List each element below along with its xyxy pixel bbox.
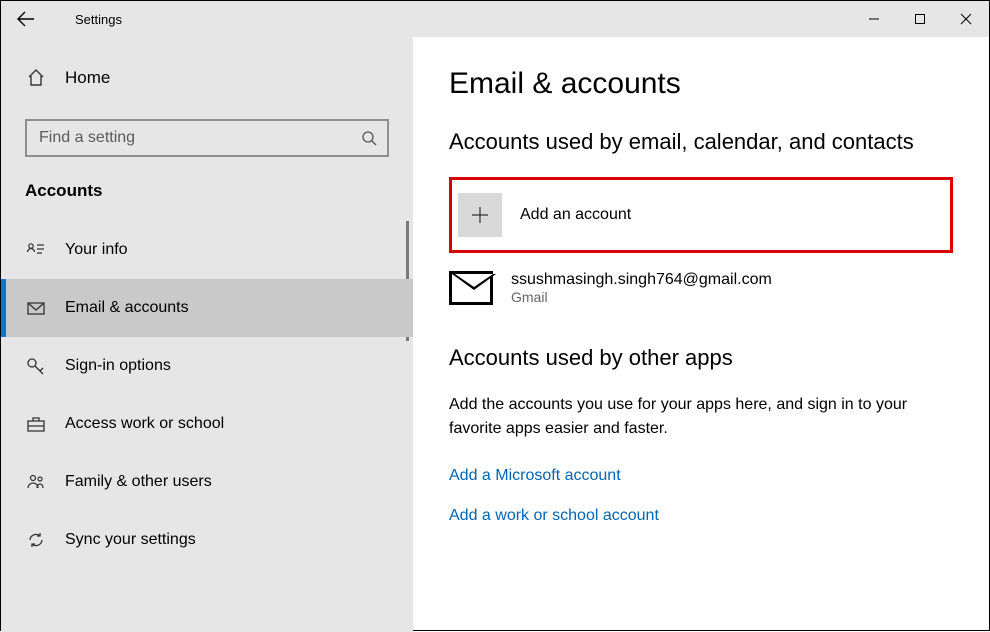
sidebar: Home Accounts Your info Email & account bbox=[1, 37, 413, 632]
sidebar-section-label: Accounts bbox=[1, 181, 413, 221]
home-label: Home bbox=[65, 68, 110, 88]
add-microsoft-account-link[interactable]: Add a Microsoft account bbox=[449, 467, 953, 485]
account-provider: Gmail bbox=[511, 289, 772, 305]
back-arrow-icon bbox=[17, 10, 35, 28]
search-input[interactable] bbox=[25, 119, 389, 157]
sidebar-item-label: Sync your settings bbox=[65, 531, 196, 549]
add-account-label: Add an account bbox=[520, 206, 631, 224]
envelope-icon bbox=[449, 271, 493, 305]
plus-icon bbox=[458, 193, 502, 237]
email-section-heading: Accounts used by email, calendar, and co… bbox=[449, 129, 953, 155]
search-icon bbox=[361, 130, 377, 146]
titlebar: Settings bbox=[1, 1, 989, 37]
add-work-school-account-link[interactable]: Add a work or school account bbox=[449, 507, 953, 525]
minimize-icon bbox=[868, 13, 880, 25]
sidebar-item-label: Your info bbox=[65, 241, 128, 259]
page-title: Email & accounts bbox=[449, 67, 953, 101]
key-icon bbox=[25, 355, 47, 377]
window-title: Settings bbox=[51, 12, 122, 27]
sidebar-item-access-work-school[interactable]: Access work or school bbox=[1, 395, 413, 453]
sidebar-item-email-accounts[interactable]: Email & accounts bbox=[1, 279, 413, 337]
close-button[interactable] bbox=[943, 1, 989, 37]
body-area: Home Accounts Your info Email & account bbox=[1, 37, 989, 632]
add-account-button[interactable]: Add an account bbox=[458, 186, 944, 244]
account-entry[interactable]: ssushmasingh.singh764@gmail.com Gmail bbox=[449, 271, 953, 305]
maximize-button[interactable] bbox=[897, 1, 943, 37]
sidebar-item-label: Sign-in options bbox=[65, 357, 171, 375]
sidebar-item-sync-settings[interactable]: Sync your settings bbox=[1, 511, 413, 569]
sidebar-item-signin-options[interactable]: Sign-in options bbox=[1, 337, 413, 395]
maximize-icon bbox=[914, 13, 926, 25]
sidebar-item-label: Access work or school bbox=[65, 415, 224, 433]
home-icon bbox=[25, 67, 47, 89]
back-button[interactable] bbox=[1, 1, 51, 37]
account-email: ssushmasingh.singh764@gmail.com bbox=[511, 271, 772, 289]
other-apps-description: Add the accounts you use for your apps h… bbox=[449, 393, 949, 441]
sidebar-item-your-info[interactable]: Your info bbox=[1, 221, 413, 279]
sidebar-item-label: Email & accounts bbox=[65, 299, 189, 317]
briefcase-icon bbox=[25, 413, 47, 435]
account-text: ssushmasingh.singh764@gmail.com Gmail bbox=[511, 271, 772, 305]
sync-icon bbox=[25, 529, 47, 551]
nav-list: Your info Email & accounts Sign-in optio… bbox=[1, 221, 413, 569]
sidebar-item-label: Family & other users bbox=[65, 473, 212, 491]
other-apps-heading: Accounts used by other apps bbox=[449, 345, 953, 371]
search-wrap bbox=[25, 119, 389, 157]
window-controls bbox=[851, 1, 989, 37]
content-area: Email & accounts Accounts used by email,… bbox=[413, 37, 989, 632]
people-icon bbox=[25, 471, 47, 493]
home-nav[interactable]: Home bbox=[1, 57, 413, 99]
mail-icon bbox=[25, 297, 47, 319]
sidebar-item-family-users[interactable]: Family & other users bbox=[1, 453, 413, 511]
person-card-icon bbox=[25, 239, 47, 261]
minimize-button[interactable] bbox=[851, 1, 897, 37]
close-icon bbox=[960, 13, 972, 25]
add-account-highlight: Add an account bbox=[449, 177, 953, 253]
